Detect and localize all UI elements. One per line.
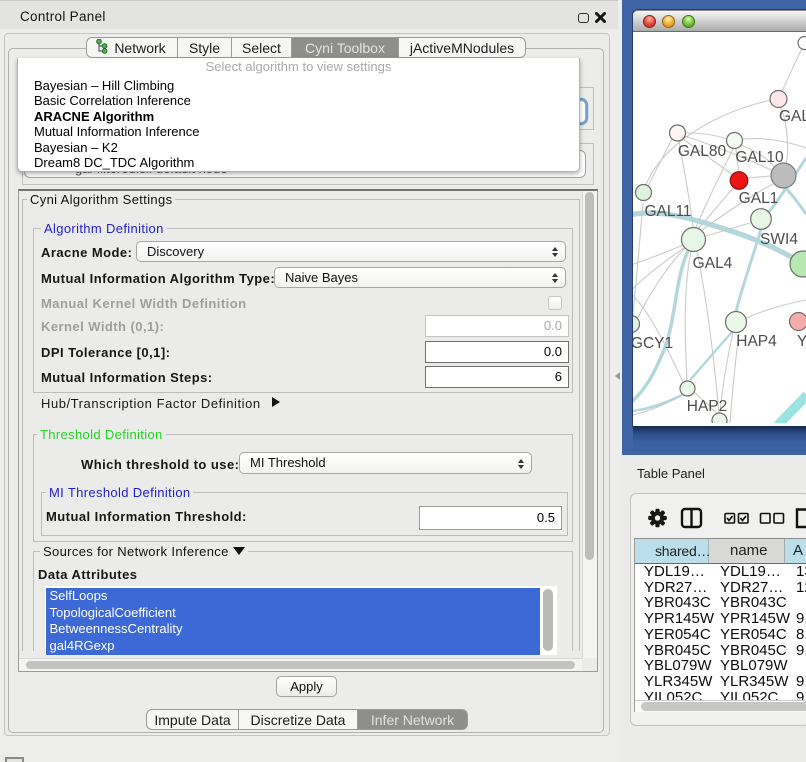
svg-text:GAL1: GAL1 (739, 190, 779, 207)
svg-text:GAL11: GAL11 (644, 203, 691, 220)
svg-text:GAL80: GAL80 (678, 143, 727, 160)
svg-text:Y: Y (797, 333, 806, 350)
svg-text:SWI4: SWI4 (760, 231, 798, 248)
svg-text:GCY1: GCY1 (633, 335, 673, 352)
svg-text:HAP2: HAP2 (687, 398, 728, 415)
svg-text:GAL10: GAL10 (735, 149, 784, 166)
svg-text:GAL4: GAL4 (693, 255, 733, 272)
svg-text:HAP4: HAP4 (736, 333, 777, 350)
svg-text:GAL2: GAL2 (779, 108, 806, 125)
